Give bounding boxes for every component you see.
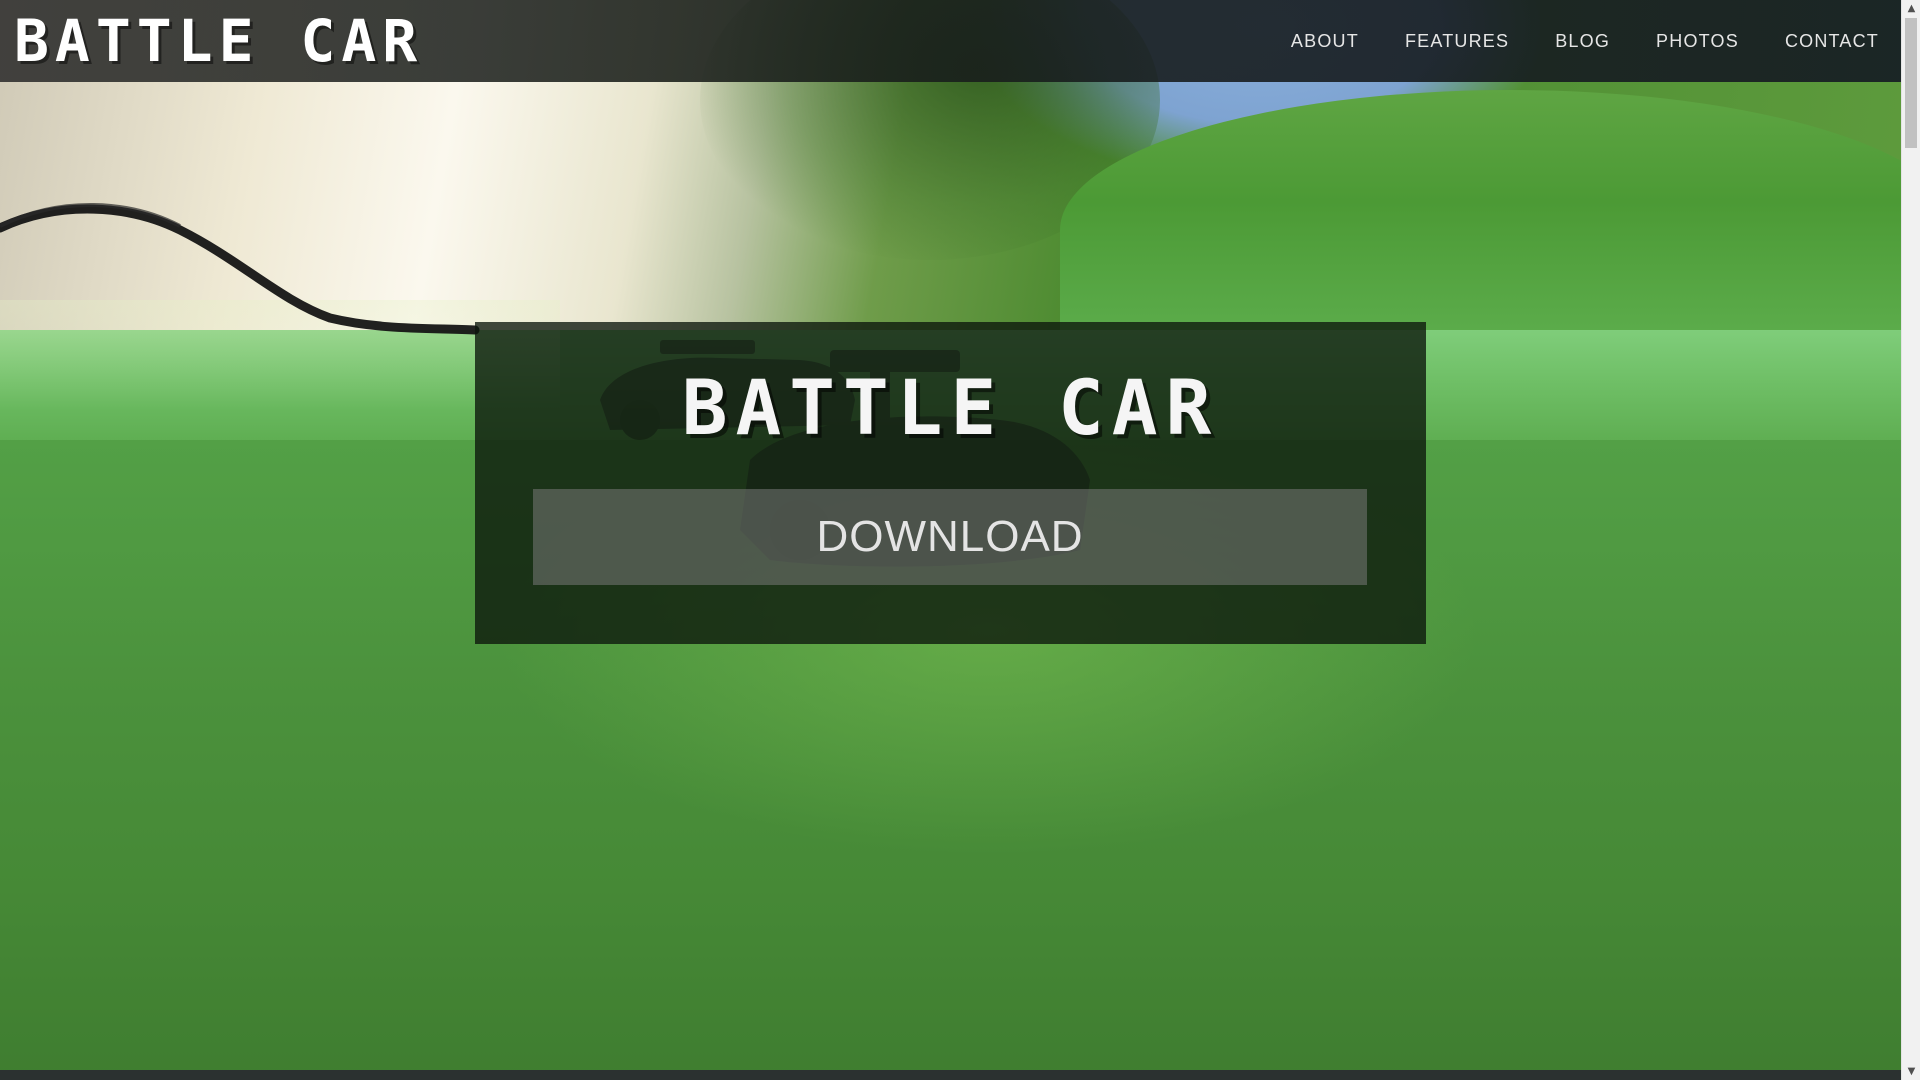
hero-title: BATTLE CAR [681,363,1220,452]
bottom-edge-strip [0,1070,1901,1080]
top-navbar: BATTLE CAR ABOUT FEATURES BLOG PHOTOS CO… [0,0,1901,82]
brand-logo[interactable]: BATTLE CAR [14,12,423,70]
download-button[interactable]: DOWNLOAD [533,489,1367,585]
nav-link-blog[interactable]: BLOG [1532,0,1633,82]
vertical-scrollbar[interactable]: ▲ ▼ [1901,0,1920,1080]
chevron-up-icon[interactable]: ▲ [1902,0,1920,17]
nav-link-photos[interactable]: PHOTOS [1633,0,1762,82]
scrollbar-thumb[interactable] [1905,18,1917,148]
nav-link-features[interactable]: FEATURES [1382,0,1532,82]
page-viewport: BATTLE CAR ABOUT FEATURES BLOG PHOTOS CO… [0,0,1901,1070]
nav-menu: ABOUT FEATURES BLOG PHOTOS CONTACT [1268,0,1879,82]
nav-link-contact[interactable]: CONTACT [1762,0,1879,82]
nav-link-about[interactable]: ABOUT [1268,0,1382,82]
chevron-down-icon[interactable]: ▼ [1902,1063,1920,1080]
hero-panel: BATTLE CAR DOWNLOAD [475,322,1426,644]
